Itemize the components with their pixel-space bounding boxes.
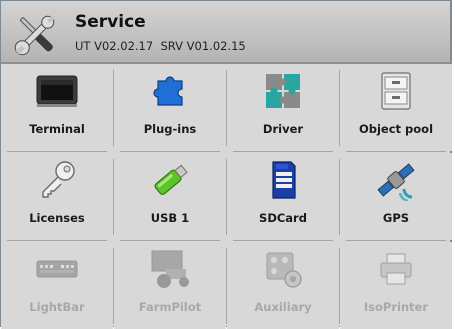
tile-auxiliary: Auxiliary bbox=[227, 242, 339, 329]
tile-label: Object pool bbox=[358, 122, 434, 136]
tile-label: GPS bbox=[382, 211, 410, 225]
tile-object-pool[interactable]: Object pool bbox=[340, 64, 452, 151]
tools-icon bbox=[9, 9, 61, 61]
divider bbox=[226, 248, 228, 324]
divider bbox=[113, 159, 115, 235]
divider bbox=[113, 248, 115, 324]
tile-label: FarmPilot bbox=[138, 300, 202, 314]
header-bar: Service UT V02.02.17 SRV V01.02.15 bbox=[1, 1, 450, 64]
tile-sdcard[interactable]: SDCard bbox=[227, 153, 339, 240]
tile-farmpilot: FarmPilot bbox=[114, 242, 226, 329]
service-window: Service UT V02.02.17 SRV V01.02.15 Termi… bbox=[0, 0, 452, 329]
file-cabinet-icon bbox=[340, 70, 452, 112]
tile-usb-1[interactable]: USB 1 bbox=[114, 153, 226, 240]
divider bbox=[233, 240, 333, 242]
tile-label: IsoPrinter bbox=[363, 300, 429, 314]
service-grid: Terminal Plug-ins Driver Object pool Lic… bbox=[1, 64, 452, 329]
divider bbox=[339, 159, 341, 235]
tile-driver[interactable]: Driver bbox=[227, 64, 339, 151]
divider bbox=[7, 151, 107, 153]
puzzle-piece-icon bbox=[114, 70, 226, 112]
tile-terminal[interactable]: Terminal bbox=[1, 64, 113, 151]
tile-label: LightBar bbox=[29, 300, 85, 314]
tractor-monitor-icon bbox=[114, 248, 226, 290]
lightbar-icon bbox=[1, 248, 113, 290]
tile-isoprinter: IsoPrinter bbox=[340, 242, 452, 329]
tile-label: Driver bbox=[262, 122, 304, 136]
tile-lightbar: LightBar bbox=[1, 242, 113, 329]
tile-label: SDCard bbox=[259, 211, 307, 225]
tile-label: Auxiliary bbox=[254, 300, 312, 314]
tile-label: Licenses bbox=[29, 211, 85, 225]
usb-stick-icon bbox=[114, 159, 226, 201]
sd-card-icon bbox=[227, 159, 339, 201]
version-info: UT V02.02.17 SRV V01.02.15 bbox=[75, 39, 246, 53]
divider bbox=[226, 70, 228, 146]
divider bbox=[113, 70, 115, 146]
tile-label: USB 1 bbox=[150, 211, 190, 225]
divider bbox=[120, 240, 220, 242]
divider bbox=[346, 240, 446, 242]
tile-label: Terminal bbox=[29, 122, 85, 136]
tile-label: Plug-ins bbox=[143, 122, 197, 136]
tile-gps[interactable]: GPS bbox=[340, 153, 452, 240]
divider bbox=[339, 70, 341, 146]
divider bbox=[339, 248, 341, 324]
divider bbox=[120, 151, 220, 153]
divider bbox=[7, 240, 107, 242]
auxiliary-icon bbox=[227, 248, 339, 290]
page-title: Service bbox=[75, 12, 146, 32]
tile-plug-ins[interactable]: Plug-ins bbox=[114, 64, 226, 151]
printer-icon bbox=[340, 248, 452, 290]
terminal-icon bbox=[1, 70, 113, 112]
divider bbox=[233, 151, 333, 153]
puzzle-icon bbox=[227, 70, 339, 112]
divider bbox=[346, 151, 446, 153]
tile-licenses[interactable]: Licenses bbox=[1, 153, 113, 240]
key-icon bbox=[1, 159, 113, 201]
divider bbox=[226, 159, 228, 235]
satellite-icon bbox=[340, 159, 452, 201]
